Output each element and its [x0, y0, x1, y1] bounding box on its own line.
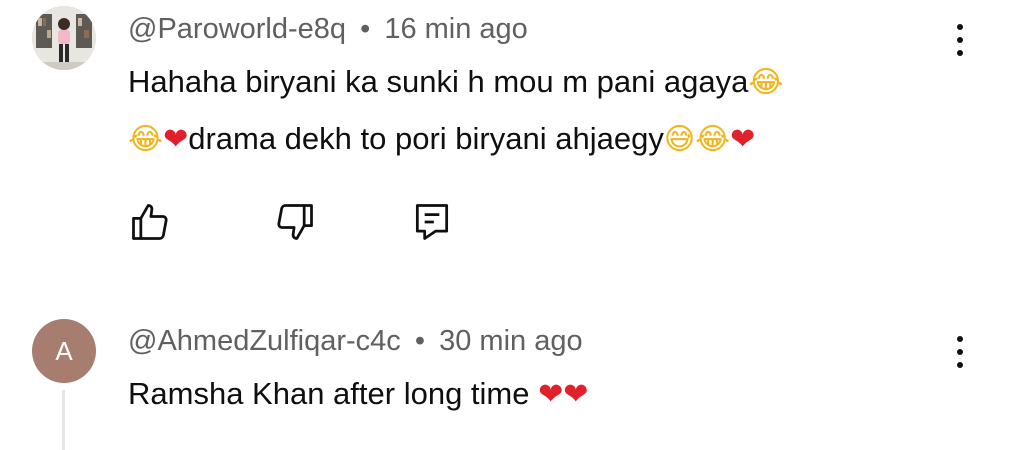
heart-emoji: ❤: [163, 122, 189, 157]
comment-line: 😂❤drama dekh to pori biryani ahjaegy😅😂❤: [128, 111, 783, 168]
meta-separator: •: [360, 13, 371, 45]
comment-line: Hahaha biryani ka sunki h mou m pani aga…: [128, 54, 783, 111]
laugh-emoji: 😂: [128, 122, 164, 157]
reply-button[interactable]: [410, 200, 454, 244]
thumbs-down-icon: [277, 204, 313, 240]
dislike-button[interactable]: [273, 200, 317, 244]
heart-emoji: ❤: [563, 377, 589, 412]
thread-line: [62, 390, 65, 450]
heart-emoji: ❤: [730, 122, 756, 157]
laugh-emoji: 😂: [695, 122, 731, 157]
avatar[interactable]: A: [32, 319, 96, 383]
heart-emoji: ❤: [538, 377, 564, 412]
comment-meta: @AhmedZulfiqar-c4c • 30 min ago: [128, 325, 583, 358]
comment-meta: @Paroworld-e8q • 16 min ago: [128, 13, 528, 46]
comment-line-text: drama dekh to pori biryani ahjaegy: [188, 121, 664, 156]
laugh-emoji: 😂: [748, 65, 784, 100]
sweat-smile-emoji: 😅: [663, 122, 696, 157]
comment-line-text: Ramsha Khan after long time: [128, 376, 530, 411]
comment-line-text: Hahaha biryani ka sunki h mou m pani aga…: [128, 64, 749, 99]
comment-time[interactable]: 16 min ago: [384, 13, 528, 45]
avatar-letter: A: [55, 335, 73, 366]
like-button[interactable]: [128, 200, 172, 244]
comment-text: Ramsha Khan after long time ❤❤: [128, 366, 588, 423]
comment: @Paroworld-e8q • 16 min ago Hahaha birya…: [0, 0, 1024, 290]
avatar[interactable]: [32, 6, 96, 70]
comment-text: Hahaha biryani ka sunki h mou m pani aga…: [128, 54, 783, 168]
more-options-button[interactable]: [948, 332, 972, 372]
meta-separator: •: [414, 325, 426, 357]
reply-icon: [415, 204, 449, 240]
thumbs-up-icon: [132, 204, 168, 240]
more-options-button[interactable]: [948, 20, 972, 60]
author-handle[interactable]: @AhmedZulfiqar-c4c: [128, 325, 401, 357]
author-handle[interactable]: @Paroworld-e8q: [128, 13, 346, 45]
comment-time[interactable]: 30 min ago: [439, 325, 583, 357]
more-vert-icon: [957, 336, 963, 342]
comment: A @AhmedZulfiqar-c4c • 30 min ago Ramsha…: [0, 290, 1024, 450]
comment-actions: [128, 200, 488, 244]
more-vert-icon: [957, 24, 963, 30]
avatar-photo: [32, 6, 96, 70]
